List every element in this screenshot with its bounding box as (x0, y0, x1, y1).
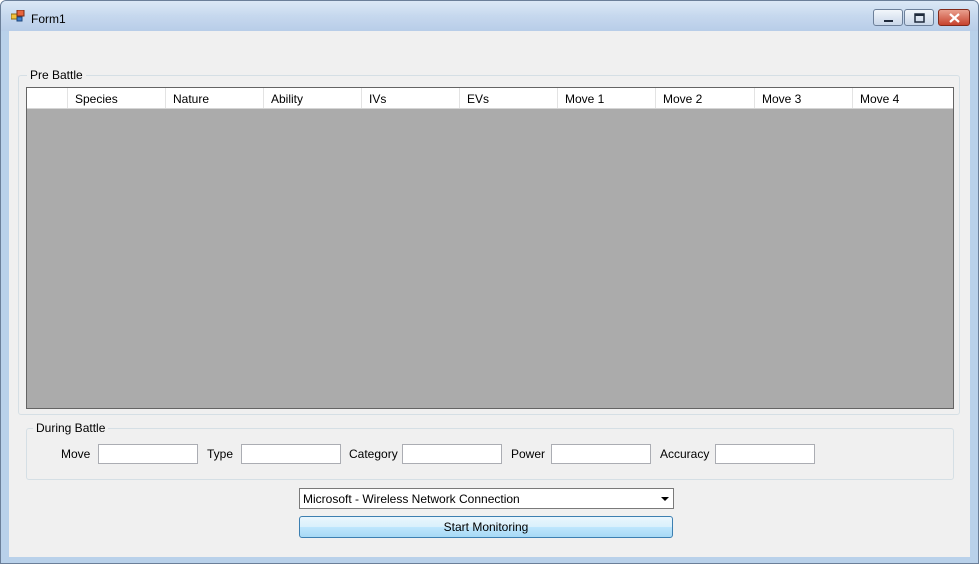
type-field[interactable] (241, 444, 341, 464)
pre-battle-datagrid[interactable]: Species Nature Ability IVs EVs Move 1 Mo… (26, 87, 954, 409)
network-interface-selected: Microsoft - Wireless Network Connection (303, 492, 520, 506)
chevron-down-icon[interactable] (661, 497, 669, 501)
column-header-move-4[interactable]: Move 4 (853, 88, 953, 108)
during-battle-label: During Battle (33, 421, 109, 435)
close-icon (949, 13, 960, 23)
form-app-icon (11, 10, 25, 22)
window-title: Form1 (31, 12, 66, 26)
move-field[interactable] (98, 444, 198, 464)
restore-icon (914, 13, 925, 23)
column-header-ivs[interactable]: IVs (362, 88, 460, 108)
power-field[interactable] (551, 444, 651, 464)
minimize-button[interactable] (873, 9, 903, 26)
start-monitoring-button[interactable]: Start Monitoring (299, 516, 673, 538)
title-bar[interactable]: Form1 (1, 1, 978, 31)
column-header-move-3[interactable]: Move 3 (755, 88, 853, 108)
close-button[interactable] (938, 9, 970, 26)
grid-header-row: Species Nature Ability IVs EVs Move 1 Mo… (27, 88, 953, 109)
type-label: Type (207, 447, 234, 461)
power-label: Power (511, 447, 546, 461)
network-interface-dropdown[interactable]: Microsoft - Wireless Network Connection (299, 488, 674, 509)
pre-battle-label: Pre Battle (27, 68, 86, 82)
accuracy-field[interactable] (715, 444, 815, 464)
column-header-move-2[interactable]: Move 2 (656, 88, 755, 108)
minimize-icon (884, 20, 893, 22)
accuracy-label: Accuracy (660, 447, 710, 461)
column-header-species[interactable]: Species (68, 88, 166, 108)
column-header-evs[interactable]: EVs (460, 88, 558, 108)
maximize-button[interactable] (904, 9, 934, 26)
form-client-area: Pre Battle Species Nature Ability IVs EV… (9, 31, 970, 557)
grid-corner-cell[interactable] (27, 88, 68, 108)
category-field[interactable] (402, 444, 502, 464)
category-label: Category (349, 447, 398, 461)
form1-window: Form1 Pre Battle Species Nature Ability … (0, 0, 979, 564)
column-header-move-1[interactable]: Move 1 (558, 88, 656, 108)
move-label: Move (61, 447, 91, 461)
column-header-nature[interactable]: Nature (166, 88, 264, 108)
column-header-ability[interactable]: Ability (264, 88, 362, 108)
